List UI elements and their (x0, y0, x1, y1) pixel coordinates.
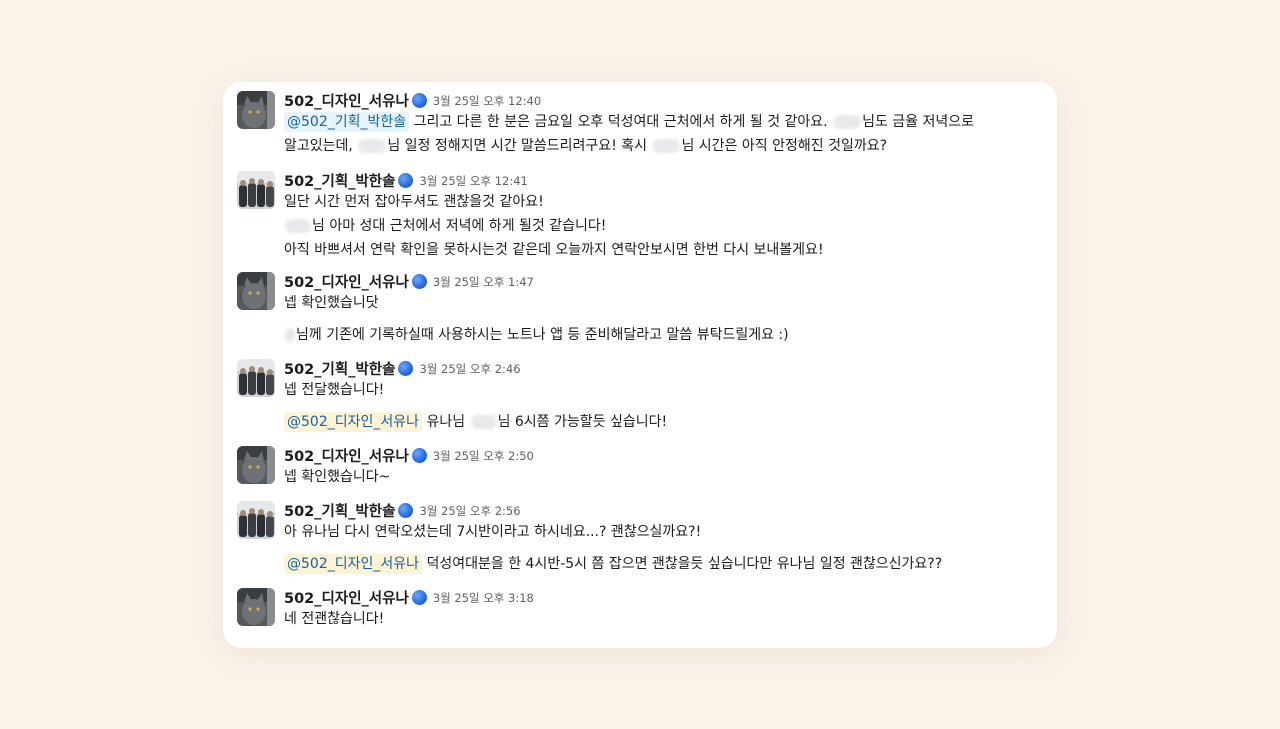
group-avatar[interactable] (237, 359, 275, 397)
author-name[interactable]: 502_기획_박한솔 (284, 504, 395, 520)
timestamp[interactable]: 3월 25일 오후 12:41 (419, 174, 527, 188)
message-text: 네 전괜찮습니다! (284, 611, 385, 627)
message-header: 502_디자인_서유나 3월 25일 오후 12:40 (284, 90, 541, 110)
message-text: 넵 확인했습니닷 (284, 295, 379, 311)
cat-avatar[interactable] (237, 588, 275, 626)
author-name[interactable]: 502_디자인_서유나 (284, 449, 409, 465)
blue-circle-icon (411, 590, 427, 605)
redacted-name (358, 139, 387, 153)
timestamp[interactable]: 3월 25일 오후 2:56 (419, 504, 520, 518)
message-text: 넵 전달했습니다! (284, 382, 385, 398)
message-text-part: 님도 금율 저녁으로 (862, 114, 975, 130)
author-name[interactable]: 502_디자인_서유나 (284, 94, 409, 110)
timestamp[interactable]: 3월 25일 오후 2:46 (419, 362, 520, 376)
message-text: 아 유나님 다시 연락오셨는데 7시반이라고 하시네요...? 괜찮으실까요?! (284, 524, 702, 540)
message-text-part: 님 일정 정해지면 시간 말씀드리려구요! 혹시 (387, 138, 648, 154)
blue-circle-icon (398, 503, 414, 518)
cat-avatar[interactable] (237, 91, 275, 129)
redacted-name (285, 328, 295, 342)
user-mention[interactable]: @502_디자인_서유나 (284, 554, 423, 574)
redacted-name (285, 219, 311, 233)
blue-circle-icon (411, 93, 427, 108)
message-header: 502_기획_박한솔 3월 25일 오후 2:56 (284, 500, 521, 520)
blue-circle-icon (398, 361, 414, 376)
cat-avatar[interactable] (237, 272, 275, 310)
timestamp[interactable]: 3월 25일 오후 2:50 (433, 449, 534, 463)
group-avatar[interactable] (237, 501, 275, 539)
message-text: 님께 기존에 기록하실때 사용하시는 노트나 앱 등 준비해달라고 말씀 뷰탁드… (284, 325, 789, 345)
message-text: 님 아마 성대 근처에서 저녁에 하게 될것 같습니다! (284, 216, 606, 236)
chat-panel: 502_디자인_서유나 3월 25일 오후 12:40 @502_기획_박한솔 그… (223, 82, 1057, 648)
blue-circle-icon (411, 448, 427, 463)
timestamp[interactable]: 3월 25일 오후 1:47 (433, 275, 534, 289)
user-mention[interactable]: @502_디자인_서유나 (284, 412, 423, 432)
message-text-part: 알고있는데, (284, 138, 353, 154)
message-text-part: 님 6시쯤 가능할듯 싶습니다! (497, 414, 668, 430)
message-header: 502_기획_박한솔 3월 25일 오후 12:41 (284, 170, 528, 190)
message-text-part: 유나님 (426, 414, 466, 430)
message-text-part: 님께 기존에 기록하실때 사용하시는 노트나 앱 등 준비해달라고 말씀 뷰탁드… (296, 327, 789, 343)
blue-circle-icon (411, 274, 427, 289)
message-text: @502_디자인_서유나 덕성여대분을 한 4시반-5시 쯤 잡으면 괜찮을듯 … (284, 554, 942, 574)
timestamp[interactable]: 3월 25일 오후 12:40 (433, 94, 541, 108)
redacted-name (470, 415, 497, 429)
message-text-part: 그리고 다른 한 분은 금요일 오후 덕성여대 근처에서 하게 될 것 같아요. (413, 114, 828, 130)
timestamp[interactable]: 3월 25일 오후 3:18 (433, 591, 534, 605)
message-text-part: 덕성여대분을 한 4시반-5시 쯤 잡으면 괜찮을듯 싶습니다만 유나님 일정 … (426, 556, 943, 572)
message-header: 502_디자인_서유나 3월 25일 오후 3:18 (284, 587, 534, 607)
cat-avatar[interactable] (237, 446, 275, 484)
user-mention[interactable]: @502_기획_박한솔 (284, 112, 410, 132)
author-name[interactable]: 502_기획_박한솔 (284, 174, 395, 190)
message-text-part: 님 시간은 아직 안정해진 것일까요? (681, 138, 888, 154)
message-text: 일단 시간 먼저 잡아두셔도 괜찮을것 같아요! (284, 194, 544, 210)
message-text: 넵 확인했습니다~ (284, 469, 391, 485)
message-text: 아직 바쁘셔서 연락 확인을 못하시는것 같은데 오늘까지 연락안보시면 한번 … (284, 242, 824, 258)
blue-circle-icon (398, 173, 414, 188)
author-name[interactable]: 502_디자인_서유나 (284, 591, 409, 607)
redacted-name (833, 115, 862, 129)
author-name[interactable]: 502_디자인_서유나 (284, 275, 409, 291)
message-header: 502_기획_박한솔 3월 25일 오후 2:46 (284, 358, 521, 378)
group-avatar[interactable] (237, 171, 275, 209)
message-text: @502_디자인_서유나 유나님 님 6시쯤 가능할듯 싶습니다! (284, 412, 667, 432)
message-text: @502_기획_박한솔 그리고 다른 한 분은 금요일 오후 덕성여대 근처에서… (284, 112, 974, 132)
message-header: 502_디자인_서유나 3월 25일 오후 1:47 (284, 271, 534, 291)
message-header: 502_디자인_서유나 3월 25일 오후 2:50 (284, 445, 534, 465)
message-text: 알고있는데, 님 일정 정해지면 시간 말씀드리려구요! 혹시 님 시간은 아직… (284, 136, 887, 156)
author-name[interactable]: 502_기획_박한솔 (284, 362, 395, 378)
message-text-part: 님 아마 성대 근처에서 저녁에 하게 될것 같습니다! (312, 218, 607, 234)
redacted-name (652, 139, 681, 153)
